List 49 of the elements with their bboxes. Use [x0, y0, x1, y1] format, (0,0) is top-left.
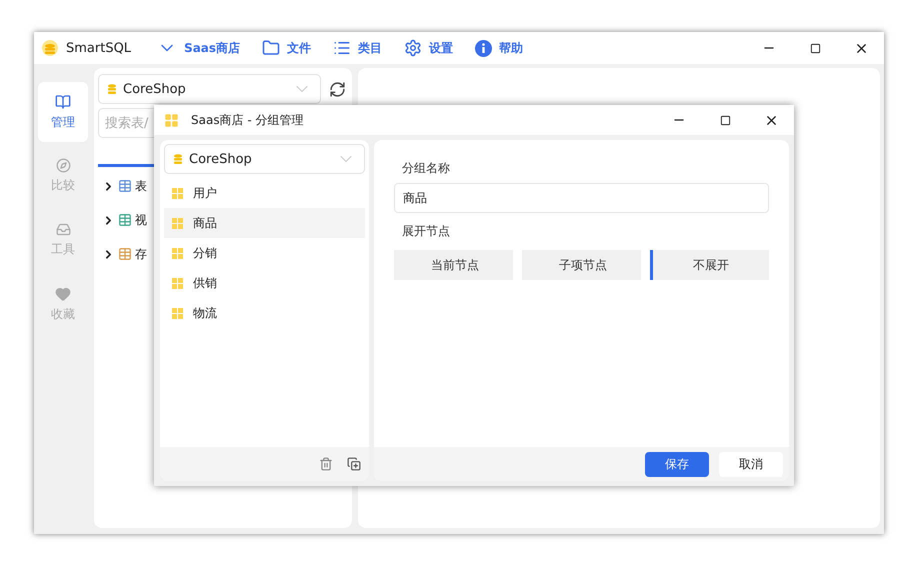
settings-icon	[404, 39, 422, 57]
menu-item[interactable]: Saas商店	[157, 38, 240, 58]
info-icon	[475, 40, 492, 56]
save-button[interactable]: 保存	[645, 452, 709, 476]
group-item[interactable]: 物流	[164, 298, 365, 328]
grid-icon	[172, 248, 183, 258]
compass-icon	[56, 158, 70, 173]
tree-item[interactable]: 存	[135, 246, 147, 262]
field-label: 分组名称	[401, 160, 451, 177]
list-icon	[333, 39, 352, 57]
grid-icon	[172, 218, 183, 228]
cancel-button[interactable]: 取消	[719, 452, 783, 476]
heart-icon	[55, 286, 71, 302]
menu-item[interactable]: 类目	[333, 39, 382, 57]
book-icon	[55, 94, 71, 110]
grid-icon	[172, 278, 183, 288]
option-button[interactable]: 子项节点	[522, 250, 641, 280]
option-button[interactable]: 当前节点	[394, 250, 513, 280]
group-item[interactable]: 商品	[164, 208, 365, 238]
nav-item[interactable]: 管理	[38, 82, 88, 142]
maximize-icon	[810, 42, 820, 54]
database-icon	[107, 84, 117, 94]
table-icon	[118, 179, 132, 193]
grid-icon	[172, 308, 183, 318]
tree-item[interactable]: 视	[135, 212, 147, 228]
app-title: SmartSQL	[66, 40, 132, 56]
menu-item[interactable]: 帮助	[475, 40, 524, 56]
group-item[interactable]: 分销	[164, 238, 365, 268]
app-logo-icon	[42, 40, 58, 56]
input-field[interactable]: 商品	[394, 183, 769, 213]
dialog-title: Saas商店 - 分组管理	[191, 112, 304, 128]
menu-item[interactable]: 设置	[404, 39, 454, 57]
database-select[interactable]: CoreShop	[164, 144, 365, 174]
menu-item[interactable]: 文件	[262, 39, 312, 57]
grid-icon	[164, 112, 179, 128]
add-button[interactable]	[345, 455, 363, 473]
group-item[interactable]: 用户	[164, 178, 365, 208]
database-select[interactable]: CoreShop	[98, 74, 321, 104]
option-button[interactable]: 不展开	[650, 250, 769, 280]
table-icon	[118, 213, 132, 227]
table-icon	[118, 247, 132, 261]
grid-icon	[172, 188, 183, 198]
maximize-icon	[720, 114, 730, 126]
tree-item[interactable]: 表	[135, 178, 147, 194]
database-icon	[173, 154, 183, 164]
inbox-icon	[56, 222, 70, 237]
group-item[interactable]: 供销	[164, 268, 365, 298]
folder-icon	[262, 39, 280, 57]
field-label: 展开节点	[401, 223, 451, 240]
